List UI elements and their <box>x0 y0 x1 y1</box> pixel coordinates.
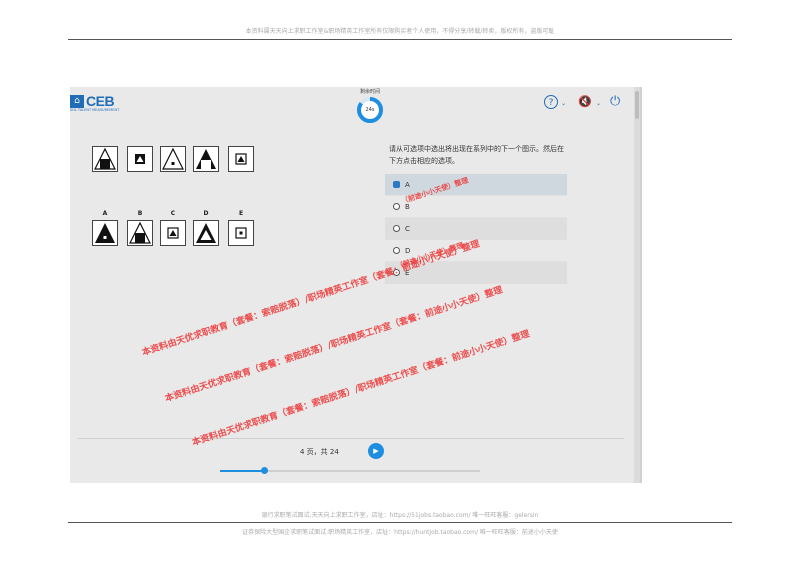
page-indicator: 4 页，共 24 <box>300 448 339 456</box>
option-letter-c: C <box>170 210 176 217</box>
logo-subtitle: SHL TALENT MEASUREMENT <box>70 108 120 112</box>
option-letter-d: D <box>203 210 209 217</box>
sequence-figure-2 <box>127 146 153 172</box>
sequence-figure-1 <box>92 146 118 172</box>
sequence-figure-3 <box>160 146 186 172</box>
square-triangle-figure-icon <box>167 227 179 239</box>
option-letter-b: B <box>137 210 143 217</box>
triangle-square-figure-icon <box>94 147 116 170</box>
scrollbar-thumb[interactable] <box>635 91 639 119</box>
option-figure-c <box>160 220 186 246</box>
question-text: 请从可选项中选出将出现在系列中的下一个图示。然后在下方点击相应的选项。 <box>389 145 564 165</box>
building-icon: ⌂ <box>70 94 84 108</box>
vertical-scrollbar[interactable] <box>634 87 640 483</box>
pager-divider <box>78 438 624 439</box>
sequence-figure-5 <box>228 146 254 172</box>
radio-icon[interactable] <box>393 225 400 232</box>
mute-chevron-down-icon[interactable]: ⌄ <box>596 100 601 107</box>
triangle-dot-figure-icon <box>95 223 115 243</box>
footer-rule <box>68 522 732 523</box>
logo-text: CEB <box>86 93 115 109</box>
timer-value: 24s <box>365 107 375 113</box>
choice-label: A <box>405 180 410 189</box>
document-header: 本资料属天天向上求职工作室&职场精英工作室所有仅限购买者个人使用，不得分享/转载… <box>245 28 555 35</box>
triangle-dot-figure-icon <box>162 147 184 170</box>
header-rule <box>68 39 732 40</box>
choice-label: D <box>405 246 411 255</box>
document-footer-line-1: 银行求职笔试面试:天天向上求职工作室，店址：https://51jobs.tao… <box>261 512 539 519</box>
triangle-square-figure-icon <box>129 221 151 244</box>
help-chevron-down-icon[interactable]: ⌄ <box>561 100 566 107</box>
timer-label: 剩余时间 <box>359 89 380 95</box>
exit-icon[interactable]: ⏻ <box>610 95 620 109</box>
ceb-logo: ⌂ CEB <box>70 93 115 109</box>
progress-bar <box>220 467 480 474</box>
square-triangle-figure-icon <box>135 154 145 164</box>
choice-label: C <box>405 224 410 233</box>
option-letter-a: A <box>102 210 108 217</box>
next-page-button[interactable]: ▶ <box>368 443 384 459</box>
radio-selected-icon[interactable] <box>393 181 400 188</box>
square-triangle-figure-icon <box>235 153 247 165</box>
countdown-timer: 24s <box>356 96 384 124</box>
square-dot-figure-icon <box>235 227 247 239</box>
sequence-figure-4 <box>193 146 219 172</box>
help-icon[interactable]: ? <box>544 95 558 109</box>
radio-icon[interactable] <box>393 247 400 254</box>
option-figure-e <box>228 220 254 246</box>
mute-icon[interactable]: 🔇 <box>578 95 592 109</box>
option-figure-b <box>127 220 153 246</box>
option-letter-e: E <box>238 210 244 217</box>
radio-icon[interactable] <box>393 203 400 210</box>
progress-fill <box>220 470 265 472</box>
option-figure-a <box>92 220 118 246</box>
document-footer-line-2: 证券保险大型国企求职笔试面试:职场精英工作室，店址：https://huntjo… <box>242 529 558 536</box>
option-figure-d <box>193 220 219 246</box>
triangle-square-figure-icon <box>196 149 216 169</box>
triangle-outline-figure-icon <box>196 223 216 243</box>
